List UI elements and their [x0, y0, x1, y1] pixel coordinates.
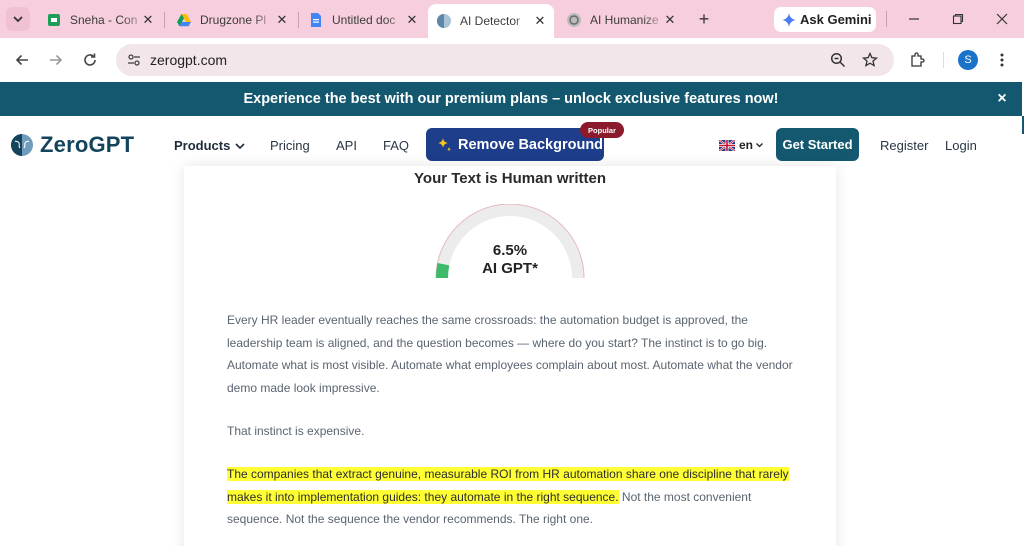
- browser-toolbar: zerogpt.com S: [0, 38, 1024, 82]
- tab-search-button[interactable]: [6, 7, 30, 31]
- window-divider: [886, 11, 887, 27]
- promo-banner: Experience the best with our premium pla…: [0, 82, 1022, 116]
- google-docs-icon: [311, 13, 321, 27]
- remove-background-label: Remove Background: [458, 136, 604, 153]
- tab-ai-humanizer[interactable]: AI Humanize ✕: [558, 6, 684, 34]
- url-text: zerogpt.com: [150, 52, 228, 68]
- close-icon[interactable]: ✕: [404, 12, 420, 28]
- browser-menu-button[interactable]: [990, 48, 1014, 72]
- promo-banner-text: Experience the best with our premium pla…: [243, 91, 779, 107]
- ask-gemini-label: Ask Gemini: [800, 12, 872, 27]
- restore-icon: [952, 13, 964, 25]
- forward-button[interactable]: [44, 48, 68, 72]
- tab-divider: [298, 12, 299, 28]
- zoom-button[interactable]: [828, 50, 848, 70]
- ai-score-label: AI GPT*: [482, 260, 538, 277]
- nav-pricing[interactable]: Pricing: [270, 138, 310, 153]
- tab-ai-detector[interactable]: AI Detector ✕: [428, 4, 554, 38]
- minimize-button[interactable]: [902, 7, 926, 31]
- close-icon[interactable]: ×: [994, 90, 1010, 107]
- brain-logo-icon: [11, 134, 33, 156]
- uk-flag-icon: [719, 139, 735, 151]
- profile-avatar[interactable]: S: [958, 50, 978, 70]
- tune-icon: [128, 54, 140, 66]
- extensions-button[interactable]: [905, 48, 929, 72]
- puzzle-icon: [911, 52, 925, 67]
- get-started-button[interactable]: Get Started: [776, 128, 859, 161]
- gemini-sparkle-icon: [782, 12, 796, 27]
- ai-score-percent: 6.5%: [492, 242, 528, 259]
- logo-text: ZeroGPT: [40, 132, 135, 157]
- site-info-button[interactable]: [124, 50, 144, 70]
- tab-label: Drugzone Pl: [200, 13, 267, 27]
- tab-strip: Sneha - Con ✕ Drugzone Pl ✕ Untitled doc…: [0, 0, 1024, 38]
- result-card: Your Text is Human written 6.5% AI GPT* …: [184, 166, 836, 546]
- tab-divider: [164, 12, 165, 28]
- tab-sheets[interactable]: Sneha - Con ✕: [38, 6, 162, 34]
- toolbar-divider: [943, 52, 944, 68]
- content-paragraph-3: The companies that extract genuine, meas…: [227, 463, 797, 531]
- content-paragraph-1: Every HR leader eventually reaches the s…: [227, 313, 793, 395]
- close-icon[interactable]: ✕: [532, 13, 548, 29]
- tab-label: AI Detector: [460, 14, 521, 28]
- result-title: Your Text is Human written: [414, 170, 606, 187]
- close-window-button[interactable]: [990, 7, 1014, 31]
- tab-label: Sneha - Con: [70, 13, 138, 27]
- tab-label: AI Humanize: [590, 13, 659, 27]
- kebab-menu-icon: [1000, 53, 1004, 67]
- back-arrow-icon: [15, 54, 28, 66]
- bookmark-button[interactable]: [860, 50, 880, 70]
- reload-icon: [84, 53, 96, 66]
- star-icon: [862, 52, 878, 67]
- close-icon[interactable]: ✕: [662, 12, 678, 28]
- plus-icon: +: [698, 8, 710, 29]
- restore-button[interactable]: [946, 7, 970, 31]
- humanizer-icon: [567, 13, 581, 27]
- zerogpt-logo[interactable]: ZeroGPT: [10, 132, 134, 158]
- chevron-down-icon: [13, 16, 23, 23]
- popular-badge: Popular: [580, 122, 624, 138]
- language-label: en: [739, 138, 754, 152]
- language-selector[interactable]: en: [719, 138, 764, 152]
- nav-products-label: Products: [174, 138, 231, 153]
- zerogpt-icon: [437, 14, 451, 28]
- chevron-down-icon: [756, 143, 763, 148]
- address-bar[interactable]: zerogpt.com: [116, 44, 894, 76]
- content-paragraph-2: That instinct is expensive.: [227, 424, 365, 438]
- magic-sparkle-icon: [438, 137, 451, 151]
- back-button[interactable]: [10, 48, 34, 72]
- close-icon[interactable]: ✕: [274, 12, 290, 28]
- zoom-magnifier-icon: [830, 52, 846, 68]
- nav-api[interactable]: API: [336, 138, 357, 153]
- nav-products[interactable]: Products: [174, 138, 246, 153]
- reload-button[interactable]: [78, 48, 102, 72]
- nav-faq[interactable]: FAQ: [383, 138, 409, 153]
- new-tab-button[interactable]: +: [694, 9, 714, 29]
- tab-label: Untitled doc: [332, 13, 396, 27]
- chevron-down-icon: [235, 142, 245, 149]
- tab-docs[interactable]: Untitled doc ✕: [300, 6, 426, 34]
- minimize-icon: [909, 18, 919, 20]
- ask-gemini-button[interactable]: Ask Gemini: [774, 7, 876, 32]
- google-drive-icon: [177, 14, 191, 27]
- remove-background-button[interactable]: Remove Background: [426, 128, 604, 161]
- forward-arrow-icon: [50, 54, 63, 66]
- close-icon: [996, 13, 1008, 25]
- register-link[interactable]: Register: [880, 138, 928, 153]
- close-icon[interactable]: ✕: [140, 12, 156, 28]
- login-link[interactable]: Login: [945, 138, 977, 153]
- google-sheets-icon: [48, 14, 60, 26]
- tab-drive[interactable]: Drugzone Pl ✕: [168, 6, 296, 34]
